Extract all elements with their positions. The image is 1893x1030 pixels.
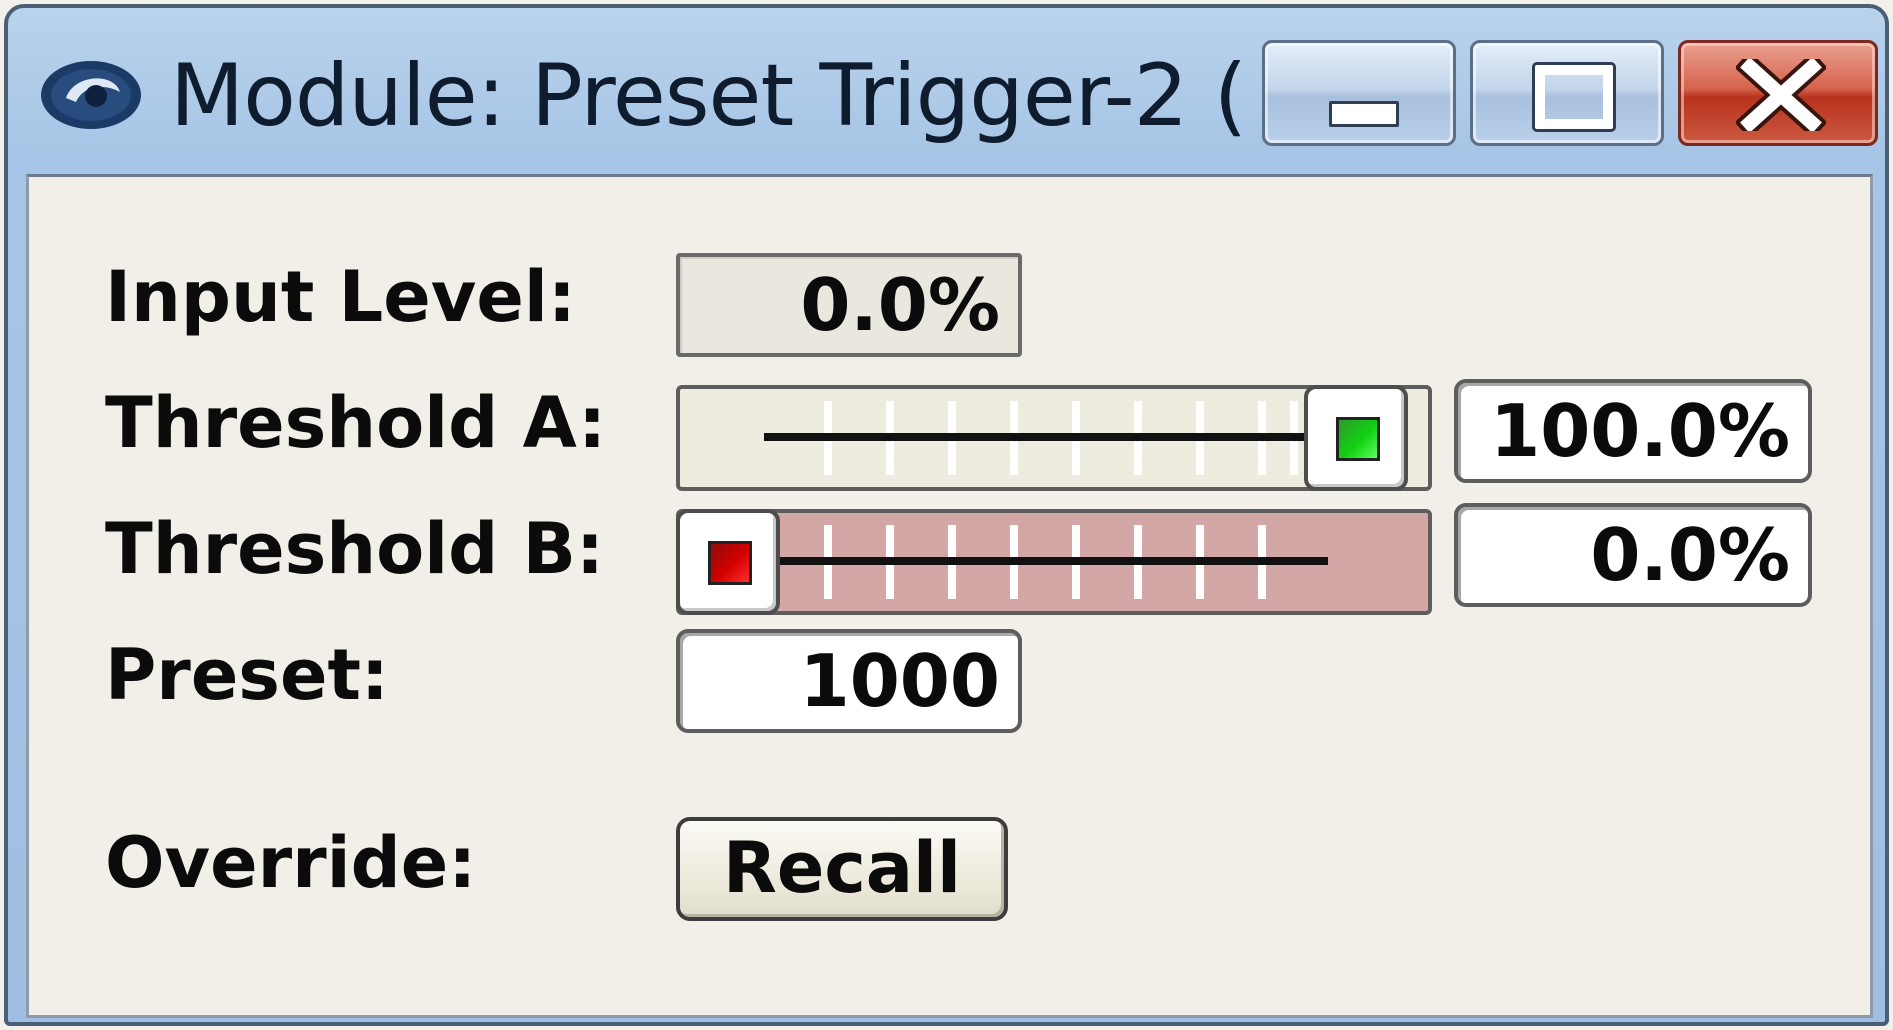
eye-logo-icon[interactable] — [36, 50, 146, 140]
threshold-b-label: Threshold B: — [105, 508, 604, 590]
threshold-b-value-field[interactable]: 0.0% — [1454, 503, 1812, 607]
threshold-a-thumb[interactable] — [1304, 385, 1408, 491]
threshold-a-slider[interactable] — [676, 385, 1432, 491]
green-led-icon — [1336, 417, 1380, 461]
minimize-button[interactable] — [1262, 40, 1456, 146]
preset-field[interactable]: 1000 — [676, 629, 1022, 733]
window-title: Module: Preset Trigger-2 (14) (... — [170, 46, 1250, 146]
threshold-b-thumb[interactable] — [676, 509, 780, 615]
red-led-icon — [708, 541, 752, 585]
override-label: Override: — [105, 822, 477, 904]
threshold-a-label: Threshold A: — [105, 382, 607, 464]
threshold-b-track — [780, 525, 1328, 599]
preset-label: Preset: — [105, 634, 389, 716]
minimize-icon — [1329, 101, 1399, 127]
module-window: Module: Preset Trigger-2 (14) (... Input… — [4, 4, 1889, 1026]
title-bar[interactable]: Module: Preset Trigger-2 (14) (... — [8, 8, 1885, 168]
input-level-readout: 0.0% — [676, 253, 1022, 357]
input-level-label: Input Level: — [105, 256, 576, 338]
threshold-a-value-field[interactable]: 100.0% — [1454, 379, 1812, 483]
recall-button[interactable]: Recall — [676, 817, 1008, 921]
threshold-b-slider[interactable] — [676, 509, 1432, 615]
maximize-icon — [1532, 62, 1616, 132]
close-button[interactable] — [1678, 40, 1878, 146]
maximize-button[interactable] — [1470, 40, 1664, 146]
module-panel: Input Level: 0.0% Threshold A: 100.0% Th… — [26, 174, 1873, 1018]
close-icon — [1736, 59, 1826, 131]
